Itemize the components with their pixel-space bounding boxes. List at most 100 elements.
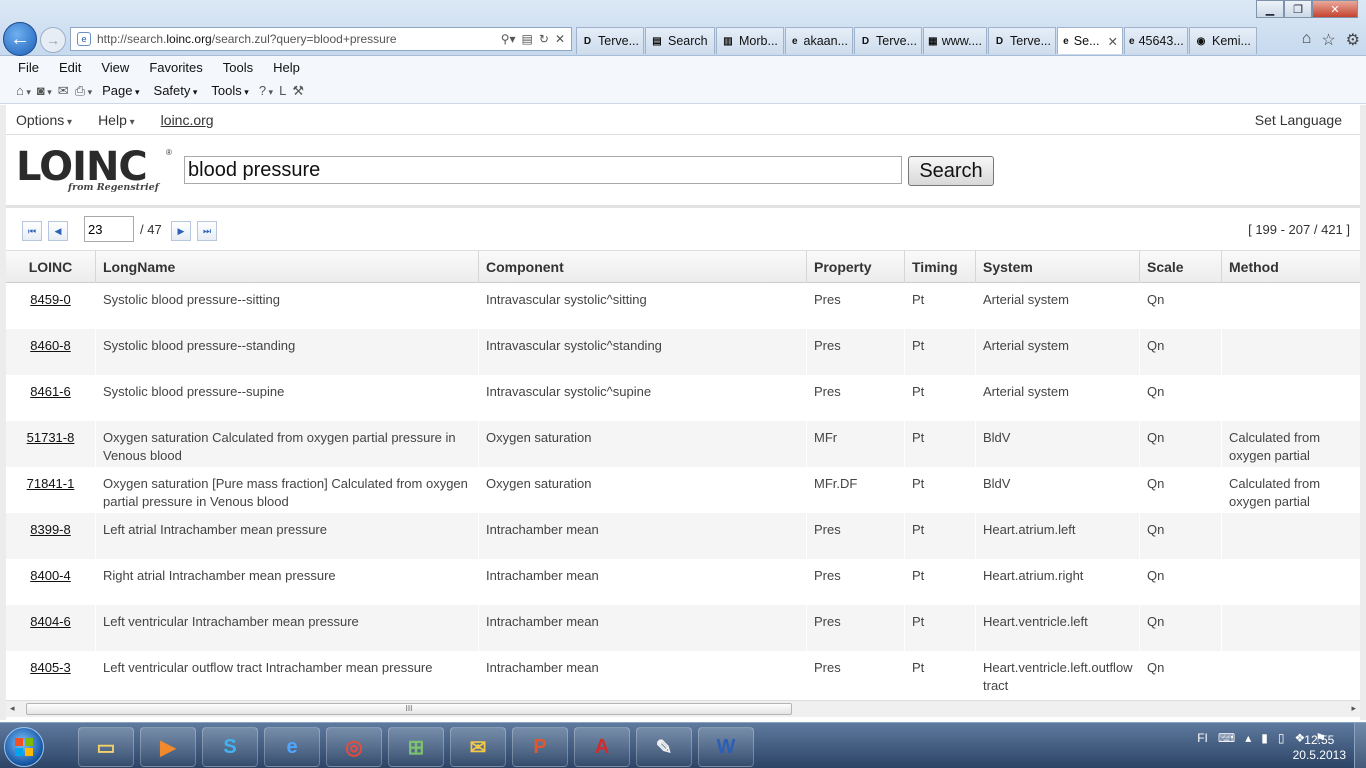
forward-button[interactable]: → [40,27,66,53]
outlook-icon[interactable]: ✉ [450,727,506,767]
search-input[interactable] [184,156,902,184]
safety-menu[interactable]: Safety [150,83,202,98]
loinc-code-link[interactable]: 51731-8 [6,421,96,467]
search-icon[interactable]: ⚲▾ [501,32,516,46]
previous-page-icon[interactable]: ◀ [48,221,68,241]
research-icon[interactable]: ⚒ [292,83,304,99]
close-tab-icon[interactable]: ✕ [1108,34,1118,49]
browser-tab[interactable]: ▤ Search [645,27,715,54]
column-header-timing[interactable]: Timing [905,251,976,283]
mail-icon[interactable]: ✉ [58,83,69,99]
browser-tab[interactable]: ▦ www.... [923,27,987,54]
chrome-icon[interactable]: ◎ [326,727,382,767]
feeds-icon[interactable]: ◙ [37,83,52,98]
loinc-code-link[interactable]: 8405-3 [6,651,96,697]
menu-file[interactable]: File [8,60,49,75]
set-language-link[interactable]: Set Language [1255,112,1342,128]
compatibility-icon[interactable]: ▤ [522,32,533,46]
print-icon[interactable]: ⎙ [75,83,92,99]
menu-view[interactable]: View [91,60,139,75]
start-button[interactable] [4,727,44,767]
last-page-icon[interactable]: ⏭ [197,221,217,241]
search-button[interactable]: Search [908,156,994,186]
table-row[interactable]: 8461-6 Systolic blood pressure--supine Int… [6,375,1360,421]
word-icon[interactable]: W [698,727,754,767]
loinc-home-link[interactable]: loinc.org [161,112,214,128]
tools-menu[interactable]: Tools [207,83,252,98]
settings-gear-icon[interactable]: ⚙ [1346,30,1360,50]
clock[interactable]: 12:55 20.5.2013 [1293,733,1346,763]
table-row[interactable]: 8399-8 Left atrial Intrachamber mean pres… [6,513,1360,559]
loinc-code-link[interactable]: 8459-0 [6,283,96,329]
language-indicator[interactable]: FI [1197,731,1208,745]
table-row[interactable]: 8460-8 Systolic blood pressure--standing I… [6,329,1360,375]
loinc-code-link[interactable]: 8404-6 [6,605,96,651]
table-row[interactable]: 8405-3 Left ventricular outflow tract Int… [6,651,1360,697]
column-header-property[interactable]: Property [807,251,905,283]
first-page-icon[interactable]: ⏮ [22,221,42,241]
next-page-icon[interactable]: ▶ [171,221,191,241]
page-menu[interactable]: Page [98,83,143,98]
explorer-icon[interactable]: ▭ [78,727,134,767]
loinc-code-link[interactable]: 71841-1 [6,467,96,513]
browser-tab[interactable]: D Terve... [988,27,1056,54]
paint-icon[interactable]: ✎ [636,727,692,767]
menu-tools[interactable]: Tools [213,60,263,75]
browser-tab[interactable]: D Terve... [576,27,644,54]
menu-edit[interactable]: Edit [49,60,91,75]
skype-icon[interactable]: S [202,727,258,767]
home-icon[interactable]: ⌂ [16,83,31,98]
address-bar[interactable]: e http://search.loinc.org/search.zul?que… [70,27,572,51]
signal-icon[interactable]: ▮ [1261,731,1268,745]
horizontal-scrollbar[interactable]: ◂ III ▸ [6,700,1360,717]
help-menu[interactable]: Help [98,112,135,128]
internet-explorer-icon[interactable]: e [264,727,320,767]
stop-icon[interactable]: ✕ [555,32,565,46]
powerpoint-icon[interactable]: P [512,727,568,767]
show-hidden-icon[interactable]: ▴ [1245,731,1251,745]
close-window-button[interactable]: ✕ [1312,0,1358,18]
browser-tab[interactable]: e 45643... [1124,27,1188,54]
network-app-icon[interactable]: ⊞ [388,727,444,767]
column-header-system[interactable]: System [976,251,1140,283]
loinc-code-link[interactable]: 8460-8 [6,329,96,375]
home-icon[interactable]: ⌂ [1302,30,1312,50]
browser-tab[interactable]: ▥ Morb... [716,27,784,54]
menu-help[interactable]: Help [263,60,310,75]
browser-tab[interactable]: e Se... ✕ [1057,27,1123,54]
maximize-button[interactable]: ❐ [1284,0,1312,18]
minimize-button[interactable]: ▁ [1256,0,1284,18]
scroll-right-icon[interactable]: ▸ [1351,703,1356,714]
table-row[interactable]: 8400-4 Right atrial Intrachamber mean pre… [6,559,1360,605]
table-row[interactable]: 8459-0 Systolic blood pressure--sitting In… [6,283,1360,329]
column-header-loinc[interactable]: LOINC [6,251,96,283]
column-header-scale[interactable]: Scale [1140,251,1222,283]
column-header-longname[interactable]: LongName [96,251,479,283]
refresh-icon[interactable]: ↻ [539,32,549,46]
loinc-code-link[interactable]: 8461-6 [6,375,96,421]
media-player-icon[interactable]: ▶ [140,727,196,767]
loinc-logo[interactable]: LOINC from Regenstrief ® [16,146,172,198]
acrobat-icon[interactable]: A [574,727,630,767]
browser-tab[interactable]: e akaan... [785,27,853,54]
back-button[interactable]: ← [3,22,37,56]
lync-icon[interactable]: L [279,83,286,98]
column-header-component[interactable]: Component [479,251,807,283]
browser-tab[interactable]: ◉ Kemi... [1189,27,1257,54]
battery-icon[interactable]: ▯ [1278,731,1285,745]
loinc-code-link[interactable]: 8399-8 [6,513,96,559]
show-desktop-button[interactable] [1354,723,1366,768]
help-icon[interactable]: ? [259,83,273,98]
browser-tab[interactable]: D Terve... [854,27,922,54]
scroll-left-icon[interactable]: ◂ [10,703,15,714]
loinc-code-link[interactable]: 8400-4 [6,559,96,605]
favorites-star-icon[interactable]: ☆ [1321,30,1335,50]
table-row[interactable]: 51731-8 Oxygen saturation Calculated from… [6,421,1360,467]
menu-favorites[interactable]: Favorites [139,60,212,75]
options-menu[interactable]: Options [16,112,72,128]
table-row[interactable]: 8404-6 Left ventricular Intrachamber mean… [6,605,1360,651]
column-header-method[interactable]: Method [1222,251,1360,283]
keyboard-icon[interactable]: ⌨ [1218,731,1235,745]
page-number-input[interactable] [84,216,134,242]
scrollbar-thumb[interactable]: III [26,703,792,715]
